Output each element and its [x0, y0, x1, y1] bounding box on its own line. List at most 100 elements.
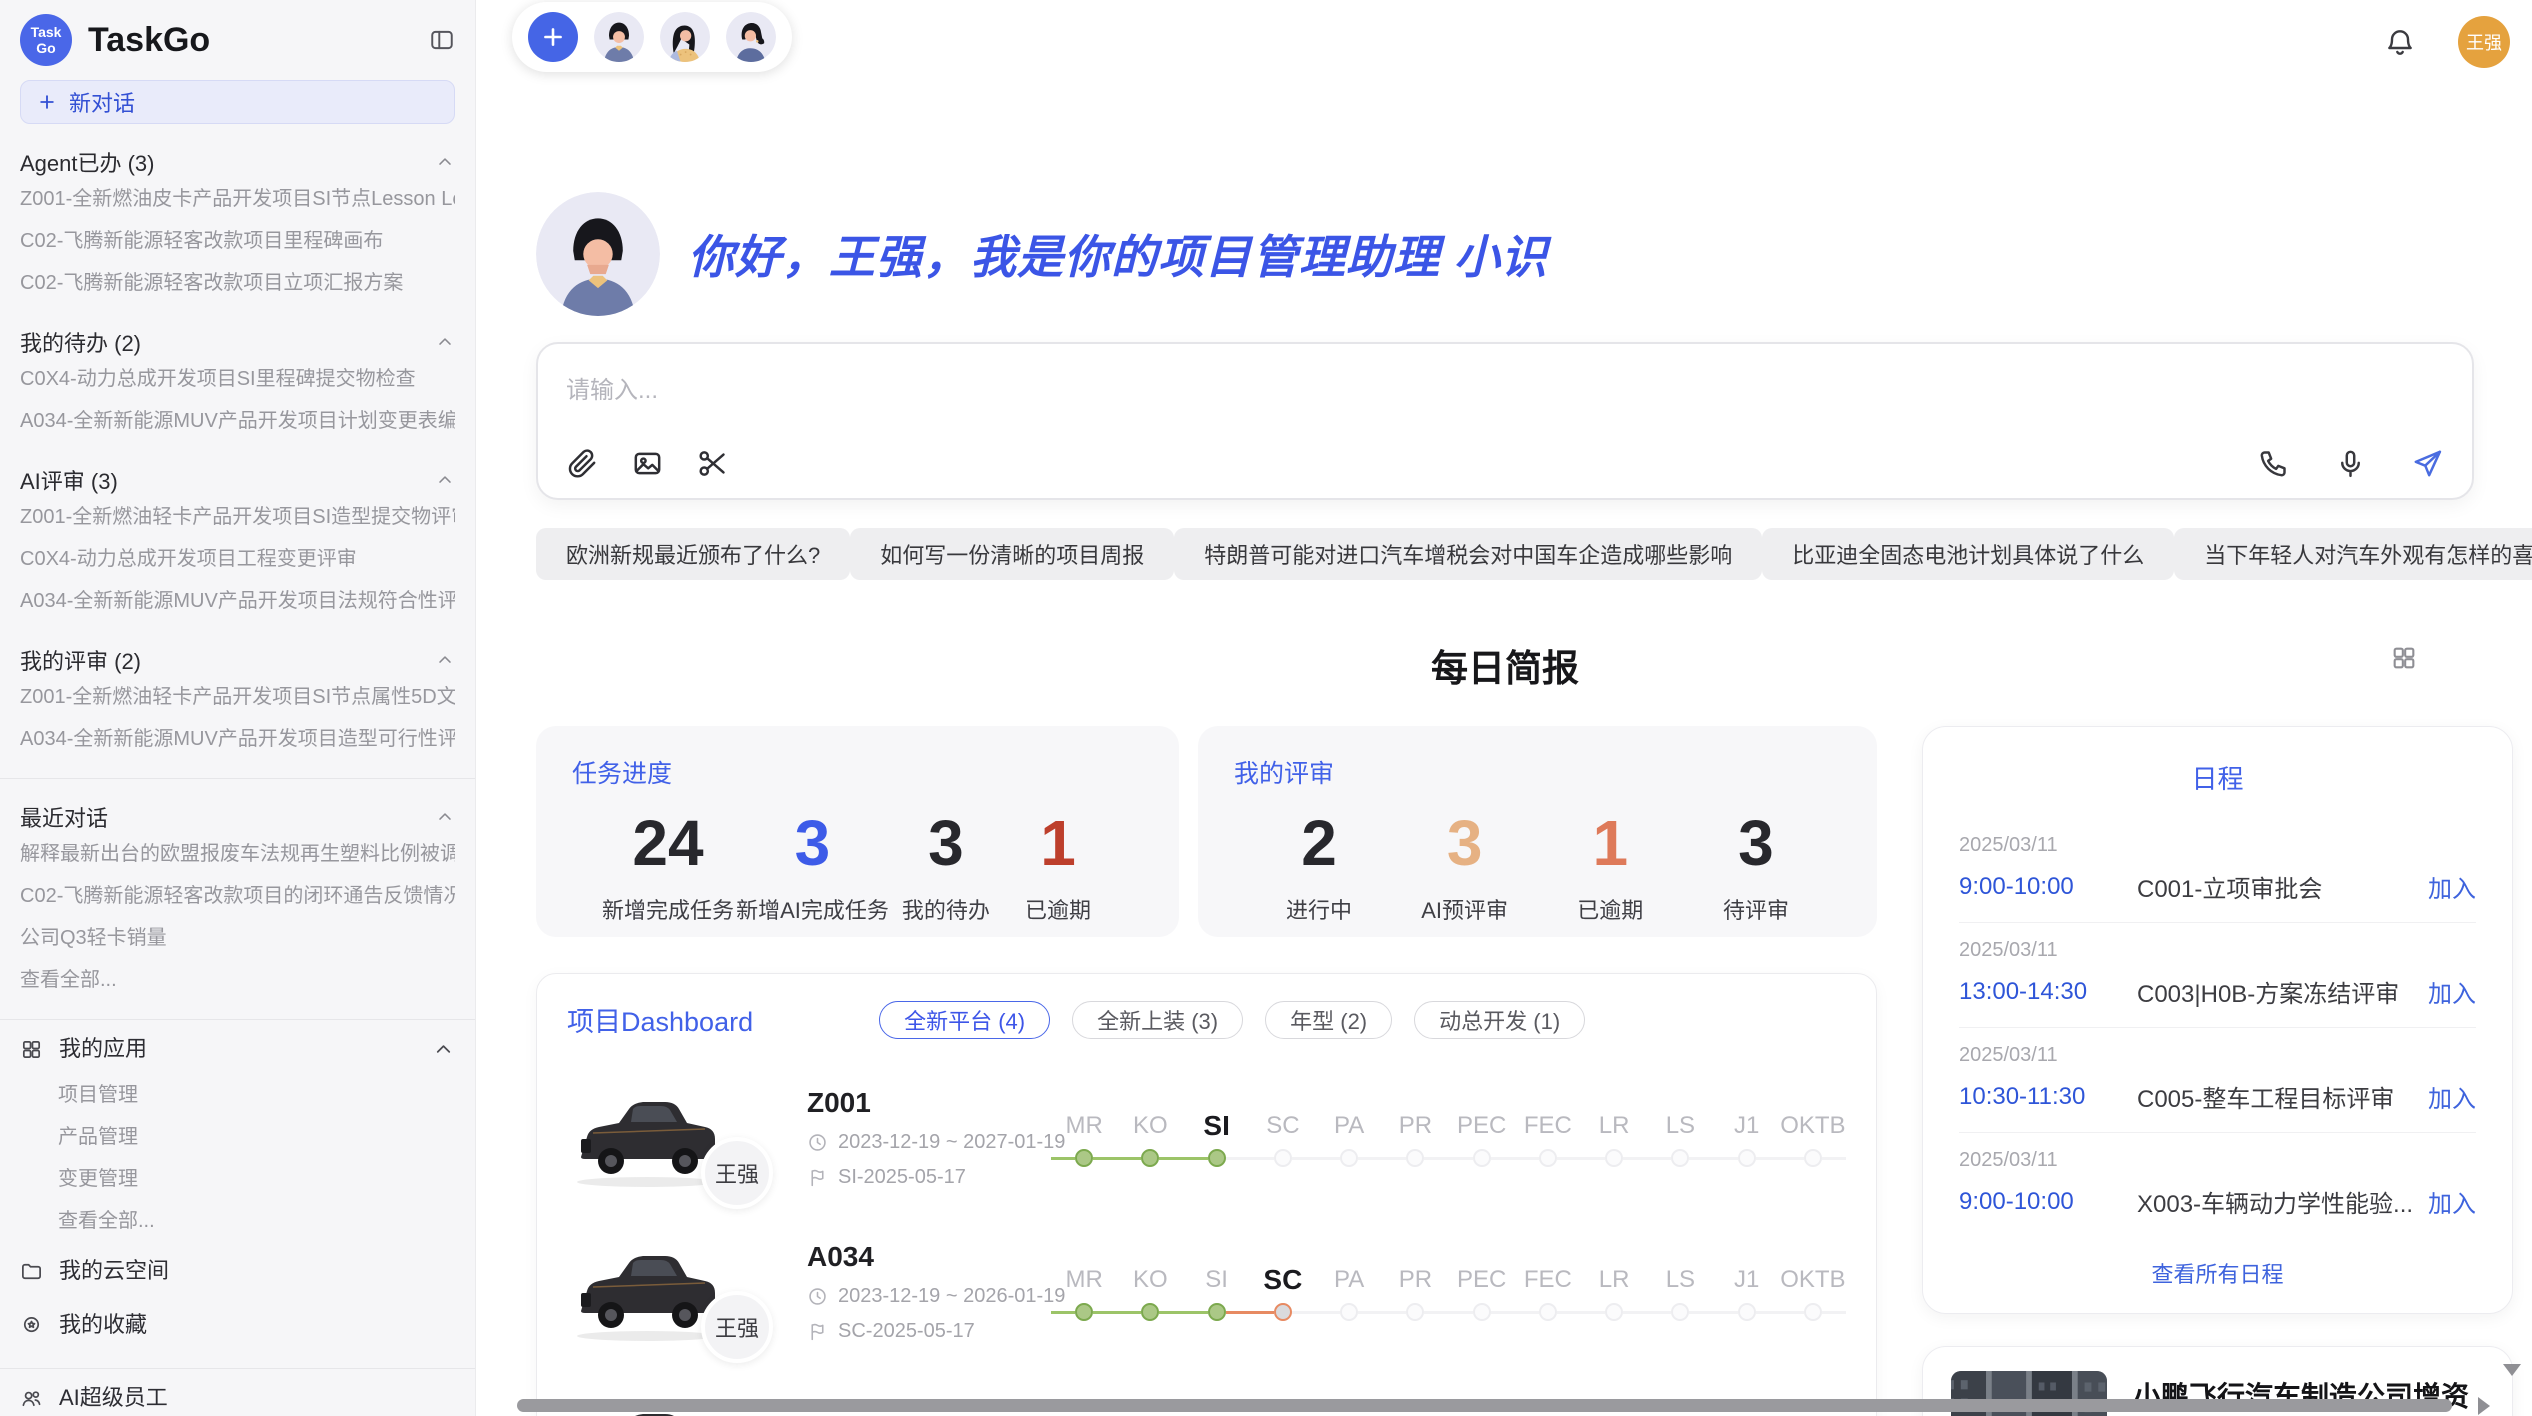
milestone-pr: PR [1382, 1261, 1448, 1323]
stat-label: 已逾期 [1555, 893, 1665, 925]
dashboard-filter-tab[interactable]: 动总开发 (1) [1414, 1001, 1585, 1039]
app-menu-item[interactable]: 项目管理 [20, 1074, 455, 1116]
schedule-item: 2025/03/11 9:00-10:00 X003-车辆动力学性能验... 加… [1959, 1132, 2476, 1237]
milestone-ko: KO [1117, 1107, 1183, 1169]
schedule-date: 2025/03/11 [1959, 834, 2476, 857]
phone-icon[interactable] [2257, 447, 2290, 480]
join-meeting-link[interactable]: 加入 [2428, 1079, 2476, 1114]
stat-cards-row: 任务进度 24 新增完成任务 3 [536, 726, 1877, 937]
stat-label: 我的待办 [891, 893, 1001, 925]
scroll-right-arrow[interactable] [2478, 1397, 2490, 1415]
sidebar-collapse-button[interactable] [429, 27, 455, 53]
milestone-fec: FEC [1515, 1261, 1581, 1323]
sidebar-conversation-item[interactable]: A034-全新新能源MUV产品开发项目法规符合性评审 [20, 580, 455, 622]
dashboard-filter-tab[interactable]: 全新平台 (4) [879, 1001, 1050, 1039]
schedule-item-row: 13:00-14:30 C003|H0B-方案冻结评审 加入 [1959, 974, 2476, 1009]
cloud-space-link[interactable]: 我的云空间 [20, 1246, 455, 1296]
panel-collapse-icon [429, 27, 455, 53]
dashboard-filter-tab[interactable]: 全新上装 (3) [1072, 1001, 1243, 1039]
join-meeting-link[interactable]: 加入 [2428, 869, 2476, 904]
milestone-mr: MR [1051, 1261, 1117, 1323]
dashboard-header: 项目Dashboard 全新平台 (4) 全新上装 (3) 年型 (2) 动总开… [567, 1000, 1846, 1039]
suggestion-chip[interactable]: 欧洲新规最近颁布了什么? [536, 528, 850, 580]
horizontal-scrollbar-thumb[interactable] [517, 1399, 2452, 1412]
project-flag: SI-2025-05-17 [807, 1166, 1045, 1189]
scroll-down-arrow[interactable] [2503, 1364, 2521, 1376]
sidebar-section-header[interactable]: Agent已办 (3) [20, 146, 455, 178]
flag-icon [807, 1321, 828, 1342]
sidebar-conversation-item[interactable]: A034-全新新能源MUV产品开发项目计划变更表编写 [20, 400, 455, 442]
briefing-layout-button[interactable] [2390, 644, 2418, 672]
scissors-icon[interactable] [696, 447, 729, 480]
divider [0, 1368, 475, 1369]
composer-placeholder[interactable]: 请输入... [566, 370, 2444, 447]
recent-chat-item[interactable]: 公司Q3轻卡销量 [20, 917, 455, 959]
join-meeting-link[interactable]: 加入 [2428, 974, 2476, 1009]
task-progress-stats: 24 新增完成任务 3 新增AI完成任务 [572, 810, 1143, 925]
sidebar-conversation-item[interactable]: C02-飞腾新能源轻客改款项目里程碑画布 [20, 220, 455, 262]
milestone-oktb: OKTB [1780, 1107, 1846, 1169]
grid-icon [2390, 644, 2418, 672]
recent-chat-item[interactable]: 解释最新出台的欧盟报废车法规再生塑料比例被调至15%... [20, 833, 455, 875]
view-all-schedule-link[interactable]: 查看所有日程 [1959, 1257, 2476, 1289]
flag-icon [807, 1167, 828, 1188]
schedule-event-name: X003-车辆动力学性能验... [2137, 1184, 2428, 1219]
plus-icon [37, 92, 57, 112]
logo-text-bottom: Go [36, 40, 55, 56]
suggestion-chip[interactable]: 如何写一份清晰的项目周报 [850, 528, 1174, 580]
medal-star-icon [20, 1314, 43, 1337]
greeting-block: 你好，王强，我是你的项目管理助理 小识 [536, 192, 2532, 316]
microphone-icon[interactable] [2334, 447, 2367, 480]
sidebar-conversation-item[interactable]: Z001-全新燃油轻卡产品开发项目SI造型提交物评审 [20, 496, 455, 538]
favorites-link[interactable]: 我的收藏 [20, 1300, 455, 1350]
app-menu-item[interactable]: 产品管理 [20, 1116, 455, 1158]
sidebar-conversation-item[interactable]: Z001-全新燃油皮卡产品开发项目SI节点Lesson Learn报告 [20, 178, 455, 220]
right-column: 日程 2025/03/11 9:00-10:00 C001-立项审批会 加入 [1922, 726, 2513, 1416]
suggestion-chip[interactable]: 比亚迪全固态电池计划具体说了什么 [1762, 528, 2174, 580]
sidebar-conversation-item[interactable]: C02-飞腾新能源轻客改款项目立项汇报方案 [20, 262, 455, 304]
milestone-j1: J1 [1714, 1261, 1780, 1323]
sidebar-section-header[interactable]: 我的评审 (2) [20, 644, 455, 676]
recent-chats-header[interactable]: 最近对话 [20, 801, 455, 833]
ai-staff-link[interactable]: AI超级员工 [20, 1373, 455, 1416]
sidebar-conversation-item[interactable]: C0X4-动力总成开发项目工程变更评审 [20, 538, 455, 580]
my-apps-header[interactable]: 我的应用 [20, 1024, 455, 1074]
dashboard-title: 项目Dashboard [567, 1000, 753, 1039]
milestone-ko: KO [1117, 1261, 1183, 1323]
join-meeting-link[interactable]: 加入 [2428, 1184, 2476, 1219]
sidebar-conversation-item[interactable]: Z001-全新燃油轻卡产品开发项目SI节点属性5D文件评审 [20, 676, 455, 718]
milestone-pr: PR [1382, 1107, 1448, 1169]
suggestion-chip[interactable]: 特朗普可能对进口汽车增税会对中国车企造成哪些影响 [1174, 528, 1762, 580]
project-dates: 2023-12-19 ~ 2026-01-19 [807, 1285, 1045, 1308]
briefing-title: 每日简报 [1431, 648, 1579, 689]
stat-value: 3 [1410, 810, 1520, 877]
suggestion-chip[interactable]: 当下年轻人对汽车外观有怎样的喜好趋势 [2174, 528, 2532, 580]
project-name[interactable]: A034 [807, 1241, 1045, 1273]
composer[interactable]: 请输入... [536, 342, 2474, 500]
stat-item: 1 已逾期 [1003, 810, 1113, 925]
project-name[interactable]: Z001 [807, 1087, 1045, 1119]
recent-chat-item[interactable]: C02-飞腾新能源轻客改款项目的闭环通告反馈情况 [20, 875, 455, 917]
dashboard-filter-tab[interactable]: 年型 (2) [1265, 1001, 1392, 1039]
composer-right-actions [2257, 447, 2444, 480]
stat-value: 24 [602, 810, 734, 877]
app-menu-item[interactable]: 查看全部... [20, 1200, 455, 1242]
sidebar-section-header[interactable]: AI评审 (3) [20, 464, 455, 496]
project-dates: 2023-12-19 ~ 2027-01-19 [807, 1131, 1045, 1154]
project-date-range: 2023-12-19 ~ 2026-01-19 [838, 1285, 1065, 1308]
new-chat-button[interactable]: 新对话 [20, 80, 455, 124]
milestone-pa: PA [1316, 1261, 1382, 1323]
stat-label: 新增完成任务 [602, 893, 734, 925]
ai-staff-label: AI超级员工 [59, 1373, 168, 1416]
milestone-si: SI [1184, 1261, 1250, 1323]
sidebar-conversation-item[interactable]: A034-全新新能源MUV产品开发项目造型可行性评审 [20, 718, 455, 760]
send-icon[interactable] [2411, 447, 2444, 480]
paperclip-icon[interactable] [566, 447, 599, 480]
image-upload-icon[interactable] [631, 447, 664, 480]
recent-chat-item[interactable]: 查看全部... [20, 959, 455, 1001]
sidebar-section-header[interactable]: 我的待办 (2) [20, 326, 455, 358]
milestone-oktb: OKTB [1780, 1261, 1846, 1323]
app-menu-item[interactable]: 变更管理 [20, 1158, 455, 1200]
sidebar-conversation-item[interactable]: C0X4-动力总成开发项目SI里程碑提交物检查 [20, 358, 455, 400]
schedule-item: 2025/03/11 10:30-11:30 C005-整车工程目标评审 加入 [1959, 1027, 2476, 1132]
